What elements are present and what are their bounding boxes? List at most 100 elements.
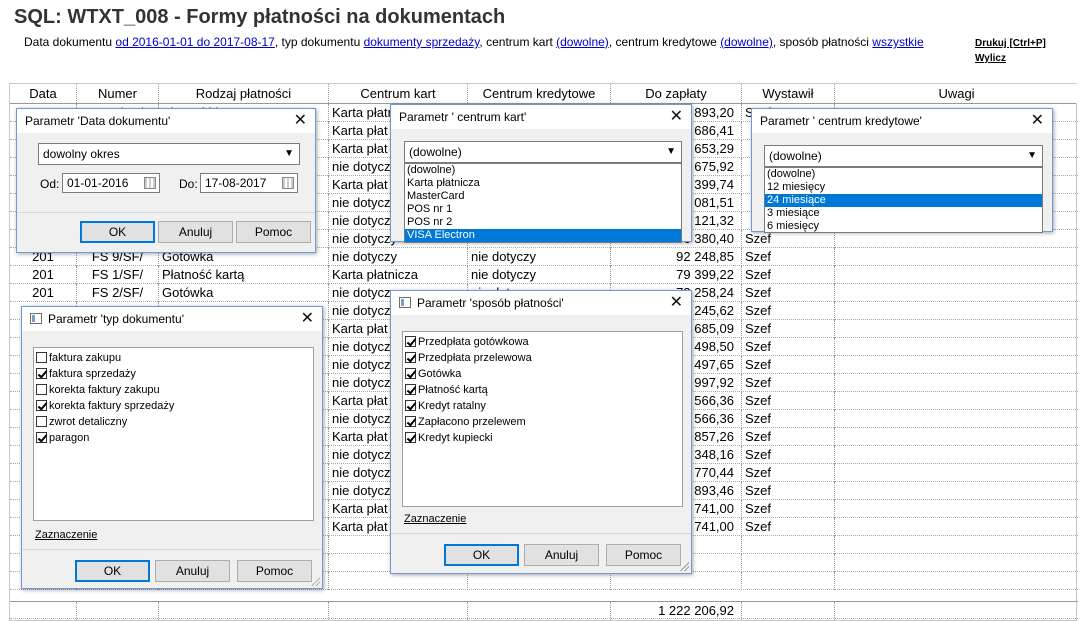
checkbox-checked-icon[interactable] xyxy=(405,400,416,411)
to-date-field[interactable]: 17-08-2017 xyxy=(200,173,298,193)
cell-card-center xyxy=(329,572,468,590)
checkbox-checked-icon[interactable] xyxy=(36,432,47,443)
col-header-notes[interactable]: Uwagi xyxy=(835,84,1078,103)
payment-method-item-label: Kredyt ratalny xyxy=(418,400,486,412)
payment-method-item-label: Przedpłata gotówkowa xyxy=(418,336,529,348)
help-button[interactable]: Pomoc xyxy=(606,544,681,566)
payment-method-link[interactable]: wszystkie xyxy=(872,35,923,49)
cancel-button[interactable]: Anuluj xyxy=(155,560,230,582)
calendar-icon[interactable] xyxy=(282,177,294,189)
selection-link[interactable]: Zaznaczenie xyxy=(35,529,97,541)
credit-center-select-value: (dowolne) xyxy=(769,149,822,163)
checkbox-checked-icon[interactable] xyxy=(405,384,416,395)
credit-center-option[interactable]: 24 miesiące xyxy=(765,194,1042,207)
table-row[interactable]: 201 FS 1/SF/Płatność kartą Karta płatnicza… xyxy=(10,266,1078,284)
cell-issued-by: Szef xyxy=(742,248,835,266)
help-button[interactable]: Pomoc xyxy=(236,221,311,243)
compute-link[interactable]: Wylicz xyxy=(975,51,1046,66)
payment-method-item[interactable]: Zapłacono przelewem xyxy=(403,414,682,430)
from-date-field[interactable]: 01-01-2016 xyxy=(62,173,160,193)
print-link[interactable]: Drukuj [Ctrl+P] xyxy=(975,36,1046,51)
payment-method-item[interactable]: Przedpłata gotówkowa xyxy=(403,334,682,350)
ok-button[interactable]: OK xyxy=(80,221,155,243)
card-center-option[interactable]: (dowolne) xyxy=(405,164,681,177)
cancel-button[interactable]: Anuluj xyxy=(158,221,233,243)
card-center-option[interactable]: Karta płatnicza xyxy=(405,177,681,190)
document-type-link[interactable]: dokumenty sprzedaży xyxy=(364,35,480,49)
dialog-titlebar[interactable]: Parametr ' centrum kredytowe' ✕ xyxy=(752,109,1052,133)
payment-method-item[interactable]: Przedpłata przelewowa xyxy=(403,350,682,366)
document-type-item[interactable]: faktura zakupu xyxy=(34,350,313,366)
credit-center-option[interactable]: 6 miesięcy xyxy=(765,220,1042,233)
calendar-icon[interactable] xyxy=(144,177,156,189)
col-header-date[interactable]: Data xyxy=(10,84,77,103)
cell-date: 201 xyxy=(10,266,77,284)
col-header-credit-center[interactable]: Centrum kredytowe xyxy=(468,84,611,103)
credit-center-link[interactable]: (dowolne) xyxy=(720,35,773,49)
dialog-divider xyxy=(17,212,315,213)
credit-center-option[interactable]: (dowolne) xyxy=(765,168,1042,181)
cell-card-center: nie dotyczy xyxy=(329,248,468,266)
checkbox-checked-icon[interactable] xyxy=(36,368,47,379)
total-cell-empty xyxy=(77,602,159,620)
checkbox-checked-icon[interactable] xyxy=(405,336,416,347)
credit-center-option[interactable]: 3 miesiące xyxy=(765,207,1042,220)
dialog-title: Parametr 'Data dokumentu' xyxy=(25,114,171,128)
resize-grip-icon[interactable] xyxy=(310,576,320,586)
dialog-titlebar[interactable]: Parametr 'typ dokumentu' ✕ xyxy=(22,307,322,331)
document-type-item[interactable]: korekta faktury sprzedaży xyxy=(34,398,313,414)
payment-method-item[interactable]: Płatność kartą xyxy=(403,382,682,398)
checkbox-checked-icon[interactable] xyxy=(405,352,416,363)
document-type-item[interactable]: zwrot detaliczny xyxy=(34,414,313,430)
col-header-issued-by[interactable]: Wystawił xyxy=(742,84,835,103)
checkbox-checked-icon[interactable] xyxy=(405,368,416,379)
cell-issued-by: Szef xyxy=(742,518,835,536)
card-center-link[interactable]: (dowolne) xyxy=(556,35,609,49)
checkbox-unchecked-icon[interactable] xyxy=(36,416,47,427)
resize-grip-icon[interactable] xyxy=(679,561,689,571)
payment-method-item[interactable]: Kredyt ratalny xyxy=(403,398,682,414)
col-header-amount-due[interactable]: Do zapłaty xyxy=(611,84,742,103)
document-type-item[interactable]: paragon xyxy=(34,430,313,446)
credit-center-select[interactable]: (dowolne) ▼ xyxy=(764,145,1043,167)
to-label: Do: xyxy=(179,177,198,191)
help-button[interactable]: Pomoc xyxy=(237,560,312,582)
dialog-titlebar[interactable]: Parametr ' centrum kart' ✕ xyxy=(391,105,691,129)
card-center-select[interactable]: (dowolne) ▼ xyxy=(404,141,682,163)
checkbox-checked-icon[interactable] xyxy=(405,416,416,427)
dialog-titlebar[interactable]: Parametr 'sposób płatności' ✕ xyxy=(391,291,691,315)
cell-amount-due: 79 399,22 xyxy=(611,266,742,284)
card-center-option[interactable]: POS nr 1 xyxy=(405,203,681,216)
checkbox-checked-icon[interactable] xyxy=(405,432,416,443)
close-icon[interactable]: ✕ xyxy=(670,105,683,129)
close-icon[interactable]: ✕ xyxy=(294,109,307,133)
payment-method-item[interactable]: Gotówka xyxy=(403,366,682,382)
window-icon xyxy=(30,313,42,324)
close-icon[interactable]: ✕ xyxy=(301,307,314,331)
selection-link[interactable]: Zaznaczenie xyxy=(404,513,466,525)
date-range-link[interactable]: od 2016-01-01 do 2017-08-17 xyxy=(115,35,274,49)
cell-notes xyxy=(835,374,1078,392)
dialog-titlebar[interactable]: Parametr 'Data dokumentu' ✕ xyxy=(17,109,315,133)
total-cell-empty xyxy=(742,602,835,620)
document-type-item[interactable]: faktura sprzedaży xyxy=(34,366,313,382)
document-type-item[interactable]: korekta faktury zakupu xyxy=(34,382,313,398)
card-center-option[interactable]: VISA Electron xyxy=(405,229,681,242)
checkbox-checked-icon[interactable] xyxy=(36,400,47,411)
period-select[interactable]: dowolny okres ▼ xyxy=(38,143,300,165)
cancel-button[interactable]: Anuluj xyxy=(524,544,599,566)
close-icon[interactable]: ✕ xyxy=(1031,109,1044,133)
credit-center-option[interactable]: 12 miesięcy xyxy=(765,181,1042,194)
checkbox-unchecked-icon[interactable] xyxy=(36,352,47,363)
col-header-payment-type[interactable]: Rodzaj płatności xyxy=(159,84,329,103)
ok-button[interactable]: OK xyxy=(75,560,150,582)
card-center-option[interactable]: POS nr 2 xyxy=(405,216,681,229)
close-icon[interactable]: ✕ xyxy=(670,291,683,315)
col-header-card-center[interactable]: Centrum kart xyxy=(329,84,468,103)
checkbox-unchecked-icon[interactable] xyxy=(36,384,47,395)
payment-method-item[interactable]: Kredyt kupiecki xyxy=(403,430,682,446)
col-header-number[interactable]: Numer xyxy=(77,84,159,103)
total-cell-empty xyxy=(468,602,611,620)
card-center-option[interactable]: MasterCard xyxy=(405,190,681,203)
ok-button[interactable]: OK xyxy=(444,544,519,566)
